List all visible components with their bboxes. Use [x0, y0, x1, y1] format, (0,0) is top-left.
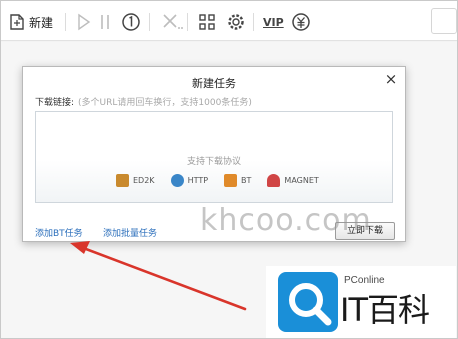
toolbar-divider: [253, 13, 254, 31]
toolbar-divider: [187, 13, 188, 31]
info-icon: [122, 13, 140, 31]
pause-button[interactable]: [99, 12, 111, 32]
download-link-label: 下载链接:: [35, 98, 75, 108]
http-icon: [170, 173, 184, 187]
protocol-magnet: MAGNET: [267, 173, 319, 187]
start-button[interactable]: [77, 12, 91, 32]
delete-button[interactable]: [161, 12, 183, 32]
download-now-button[interactable]: 立即下载: [335, 222, 395, 240]
protocol-bt: BT: [224, 173, 252, 187]
vip-icon: VIP: [263, 15, 284, 29]
apps-button[interactable]: [198, 12, 216, 32]
pause-icon: [101, 15, 109, 29]
toolbar-divider: [149, 13, 150, 31]
add-batch-task-link[interactable]: 添加批量任务: [103, 226, 157, 239]
toolbar-divider: [65, 13, 66, 31]
download-link-hint: (多个URL请用回车换行，支持1000条任务): [78, 98, 252, 108]
add-bt-task-link[interactable]: 添加BT任务: [35, 226, 83, 239]
coin-button[interactable]: [291, 12, 311, 32]
new-task-label: 新建: [29, 15, 54, 30]
search-button[interactable]: [431, 8, 457, 34]
settings-icon: [228, 14, 244, 30]
dialog-title: 新建任务: [192, 77, 236, 90]
coin-icon: [292, 13, 310, 31]
ed2k-icon: [116, 173, 129, 187]
protocol-list: ED2K HTTP BT MAGNET: [116, 172, 335, 188]
new-task-dialog: 新建任务 × 下载链接: (多个URL请用回车换行，支持1000条任务) 支持下载…: [22, 66, 406, 242]
magnet-icon: [267, 173, 281, 187]
logo-brand-text: PConline: [344, 275, 385, 286]
logo-title-text: IT百科: [340, 291, 430, 329]
protocol-label: ED2K: [133, 175, 155, 185]
toolbar: 新建 VIP: [1, 1, 457, 41]
protocol-label: BT: [241, 175, 252, 185]
delete-icon: [163, 14, 183, 29]
protocol-http: HTTP: [170, 173, 209, 187]
new-task-icon: [10, 14, 24, 30]
bt-icon: [224, 173, 238, 187]
search-icon: [432, 9, 456, 33]
info-button[interactable]: [121, 12, 141, 32]
protocol-label: HTTP: [187, 175, 209, 185]
settings-button[interactable]: [226, 12, 246, 32]
protocol-label: MAGNET: [284, 175, 319, 185]
start-icon: [78, 13, 91, 31]
close-icon[interactable]: ×: [383, 71, 399, 87]
protocol-ed2k: ED2K: [116, 173, 155, 187]
apps-icon: [199, 14, 215, 30]
url-input[interactable]: 支持下载协议 ED2K HTTP BT MAGNET: [35, 111, 393, 203]
new-task-button[interactable]: 新建: [9, 12, 53, 32]
vip-button[interactable]: VIP: [263, 12, 284, 32]
download-link-row: 下载链接: (多个URL请用回车换行，支持1000条任务): [35, 95, 252, 108]
logo-mark-icon: [278, 272, 338, 332]
protocols-title: 支持下载协议: [186, 157, 241, 167]
